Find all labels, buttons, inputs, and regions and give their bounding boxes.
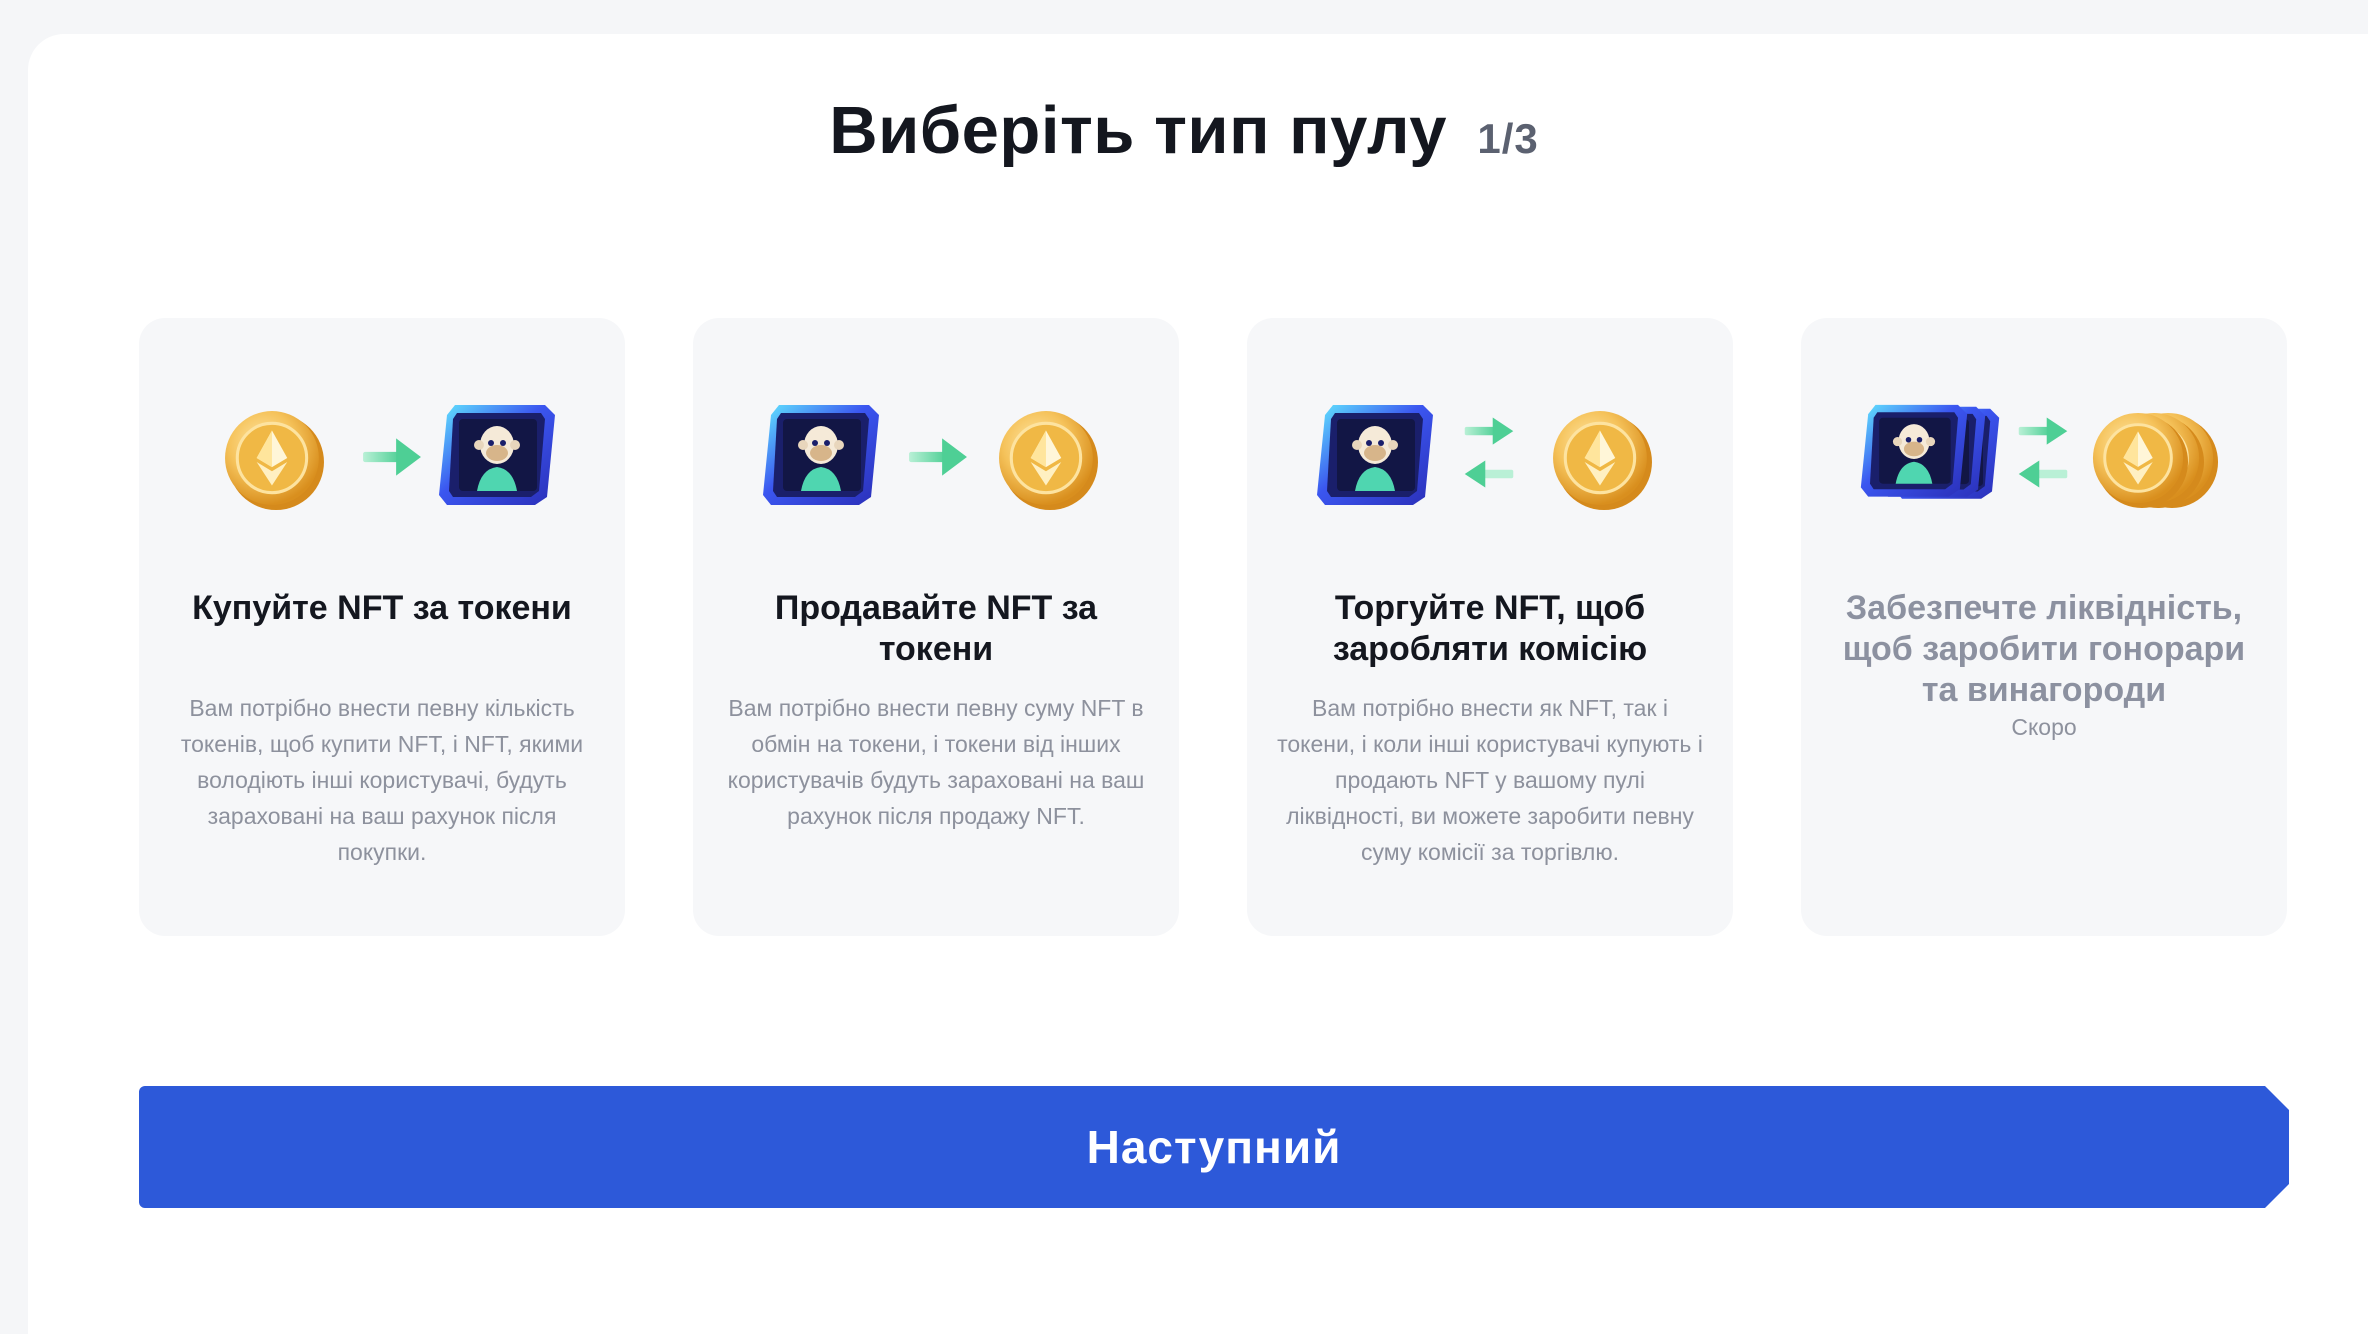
arrow-right-icon (909, 438, 967, 476)
coin-icon (997, 409, 1099, 510)
liquidity-illustration (1860, 404, 2219, 508)
pool-option-buy[interactable]: Купуйте NFT за токени Вам потрібно внест… (139, 318, 625, 936)
coin-icon (223, 409, 325, 510)
pool-option-sell[interactable]: Продавайте NFT за токени Вам потрібно вн… (693, 318, 1179, 936)
arrow-right-icon (363, 438, 421, 476)
nft-stack-icon (1860, 404, 2000, 499)
coin-icon (1551, 409, 1653, 510)
card-title: Торгуйте NFT, щоб заробляти комісію (1332, 589, 1648, 668)
page-header: Виберіть тип пулу 1/3 (0, 92, 2368, 169)
nft-card-icon (1317, 405, 1433, 505)
card-title: Купуйте NFT за токени (192, 589, 572, 627)
coming-soon-label: Скоро (2011, 714, 2077, 740)
pool-option-trade[interactable]: Торгуйте NFT, щоб заробляти комісію Вам … (1247, 318, 1733, 936)
swap-arrows-icon (2018, 417, 2068, 488)
nft-card-icon (439, 405, 555, 505)
swap-arrows-icon (1464, 417, 1514, 488)
coin-stack-icon (2091, 411, 2219, 508)
trade-illustration (1317, 405, 1653, 510)
card-description: Вам потрібно внести як NFT, так і токени… (1277, 695, 1703, 865)
next-button[interactable]: Наступний (139, 1086, 2289, 1208)
card-description: Вам потрібно внести певну суму NFT в обм… (727, 695, 1145, 829)
page-title: Виберіть тип пулу (829, 93, 1447, 168)
card-description: Вам потрібно внести певну кількість токе… (180, 695, 584, 865)
nft-card-icon (763, 405, 879, 505)
step-indicator: 1/3 (1477, 115, 1539, 162)
pool-option-liquidity: Забезпечте ліквідність, щоб заробити гон… (1801, 318, 2287, 936)
buy-illustration (223, 405, 555, 510)
sell-illustration (763, 405, 1099, 510)
card-title: Продавайте NFT за токени (774, 589, 1098, 668)
pool-type-options: Купуйте NFT за токени Вам потрібно внест… (139, 318, 2287, 936)
card-title: Забезпечте ліквідність, щоб заробити гон… (1842, 589, 2246, 709)
